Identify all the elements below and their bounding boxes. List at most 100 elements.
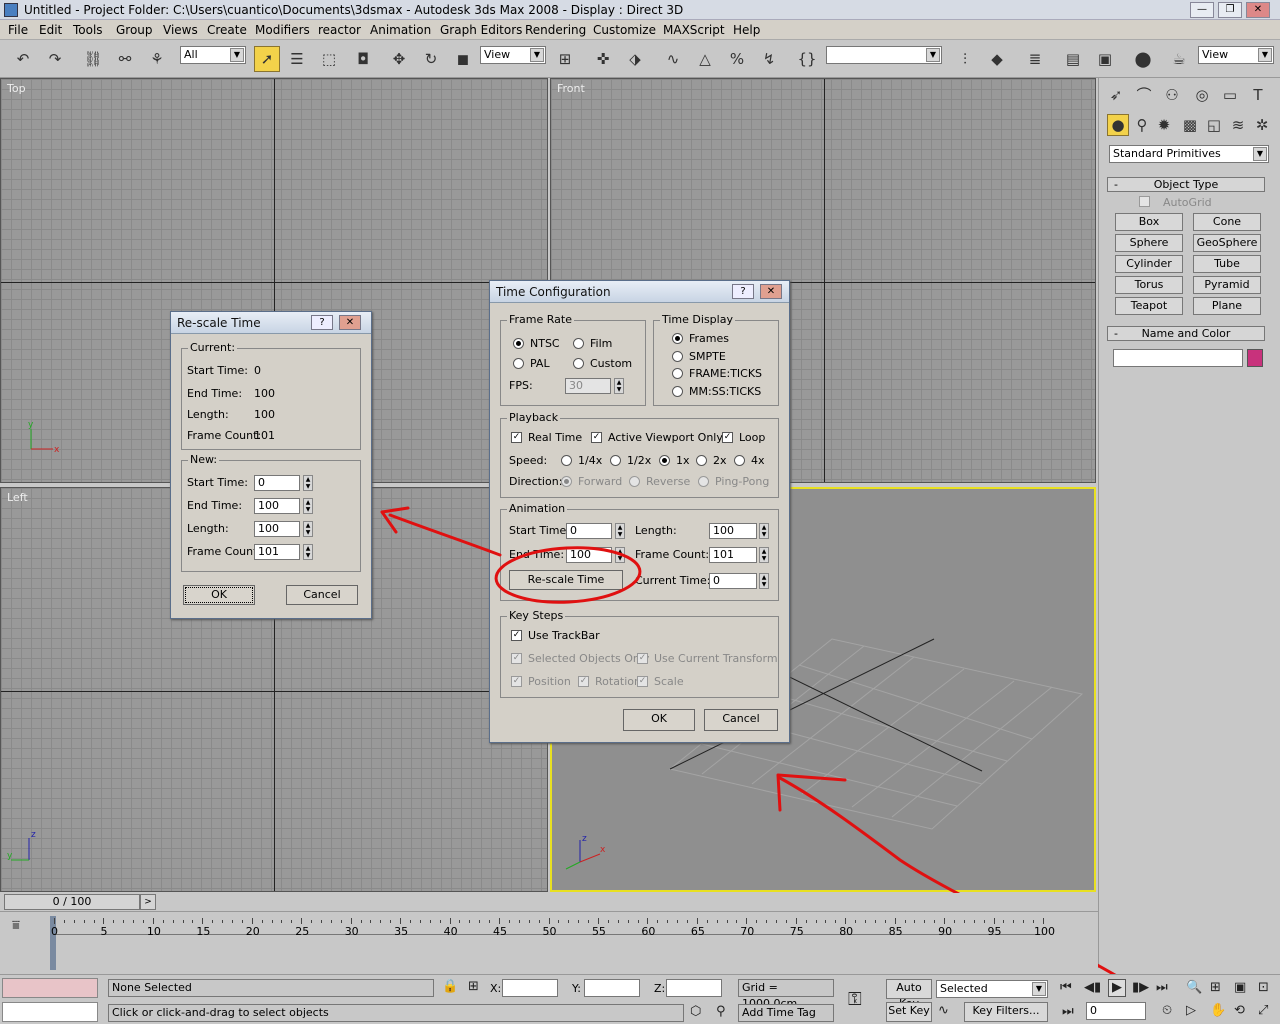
display-tab-icon[interactable]: ▭: [1217, 82, 1243, 108]
selected-objects-only-checkbox[interactable]: ✓: [511, 653, 522, 664]
spinner-icon[interactable]: ▲ ▼: [759, 547, 769, 563]
real-time-checkbox[interactable]: ✓: [511, 432, 522, 443]
ping-pong-radio[interactable]: [698, 476, 709, 487]
maximize-viewport-icon[interactable]: ⤢: [1258, 1003, 1268, 1018]
menu-views[interactable]: Views: [163, 23, 198, 37]
autogrid-checkbox[interactable]: [1139, 196, 1150, 207]
create-tab-icon[interactable]: ➶: [1103, 82, 1129, 108]
menu-edit[interactable]: Edit: [39, 23, 62, 37]
undo-icon[interactable]: ↶: [10, 46, 36, 72]
scale-icon[interactable]: ◼: [450, 46, 476, 72]
menu-modifiers[interactable]: Modifiers: [255, 23, 310, 37]
key-curve-icon[interactable]: ∿: [938, 1003, 949, 1018]
menu-animation[interactable]: Animation: [370, 23, 431, 37]
spinner-icon[interactable]: ▲ ▼: [614, 378, 624, 394]
mm-ss-ticks-radio[interactable]: [672, 386, 683, 397]
tube-button[interactable]: Tube: [1193, 255, 1261, 273]
select-object-icon[interactable]: ➚: [254, 46, 280, 72]
selection-filter-dropdown[interactable]: All ▼: [180, 46, 246, 64]
speed-quarter-radio[interactable]: [561, 455, 572, 466]
speed-2x-radio[interactable]: [696, 455, 707, 466]
y-coordinate-field[interactable]: [584, 979, 640, 997]
name-and-color-rollout[interactable]: - Name and Color: [1107, 326, 1265, 341]
menu-customize[interactable]: Customize: [593, 23, 656, 37]
time-slider[interactable]: 0 / 100: [4, 894, 140, 910]
z-coordinate-field[interactable]: [666, 979, 722, 997]
object-name-field[interactable]: [1113, 349, 1243, 367]
use-trackbar-checkbox[interactable]: ✓: [511, 630, 522, 641]
space-warps-icon[interactable]: ≋: [1227, 114, 1249, 136]
cone-button[interactable]: Cone: [1193, 213, 1261, 231]
smpte-radio[interactable]: [672, 351, 683, 362]
bind-spacewarp-icon[interactable]: ⚘: [144, 46, 170, 72]
percent-snap-icon[interactable]: %: [724, 46, 750, 72]
torus-button[interactable]: Torus: [1115, 276, 1183, 294]
object-type-rollout[interactable]: - Object Type: [1107, 177, 1265, 192]
end-time-input[interactable]: 100: [566, 547, 612, 563]
move-icon[interactable]: ✥: [386, 46, 412, 72]
close-button[interactable]: ✕: [1246, 2, 1270, 18]
cylinder-button[interactable]: Cylinder: [1115, 255, 1183, 273]
position-checkbox[interactable]: ✓: [511, 676, 522, 687]
render-setup-icon[interactable]: ☕: [1166, 46, 1192, 72]
cancel-button[interactable]: Cancel: [704, 709, 778, 731]
minimize-button[interactable]: —: [1190, 2, 1214, 18]
start-time-input[interactable]: 0: [566, 523, 612, 539]
snap-toggle-icon[interactable]: ∿: [660, 46, 686, 72]
zoom-icon[interactable]: 🔍: [1186, 980, 1202, 995]
category-dropdown[interactable]: Standard Primitives ▼: [1109, 145, 1269, 163]
arc-rotate-icon[interactable]: ⟲: [1234, 1003, 1245, 1018]
ok-button[interactable]: OK: [623, 709, 695, 731]
key-filters-button[interactable]: Key Filters...: [964, 1002, 1048, 1022]
forward-radio[interactable]: [561, 476, 572, 487]
help-button[interactable]: ?: [311, 315, 333, 330]
auto-key-button[interactable]: Auto Key: [886, 979, 932, 1010]
spinner-icon[interactable]: ▲ ▼: [759, 523, 769, 539]
layer-manager-icon[interactable]: ≣: [1022, 46, 1048, 72]
current-frame-field[interactable]: 0: [1086, 1002, 1146, 1020]
lights-icon[interactable]: ✹: [1153, 114, 1175, 136]
menu-maxscript[interactable]: MAXScript: [663, 23, 725, 37]
select-by-name-icon[interactable]: ☰: [284, 46, 310, 72]
menu-graph-editors[interactable]: Graph Editors: [440, 23, 522, 37]
speed-4x-radio[interactable]: [734, 455, 745, 466]
menu-help[interactable]: Help: [733, 23, 760, 37]
frame-count-input[interactable]: 101: [709, 547, 757, 563]
track-bar[interactable]: ⩸ 0 5 10 15 20 25 30 35 40 45 50 55 60 65 70 75 80 85 90 95…: [0, 911, 1098, 971]
frame-ticks-radio[interactable]: [672, 368, 683, 379]
loop-checkbox[interactable]: ✓: [722, 432, 733, 443]
menu-group[interactable]: Group: [116, 23, 153, 37]
pyramid-button[interactable]: Pyramid: [1193, 276, 1261, 294]
sphere-button[interactable]: Sphere: [1115, 234, 1183, 252]
new-start-time-input[interactable]: 0: [254, 475, 300, 491]
spinner-icon[interactable]: ▲ ▼: [759, 573, 769, 589]
adaptive-degradation-icon[interactable]: ⚲: [716, 1004, 726, 1019]
absolute-mode-icon[interactable]: ⊞: [468, 979, 479, 994]
modify-tab-icon[interactable]: ⌒: [1131, 82, 1157, 108]
ntsc-radio[interactable]: [513, 338, 524, 349]
named-selection-dropdown[interactable]: ▼: [826, 46, 942, 64]
key-mode-dropdown[interactable]: Selected ▼: [936, 980, 1048, 998]
maxscript-input[interactable]: [2, 1002, 98, 1022]
cancel-button[interactable]: Cancel: [286, 585, 358, 605]
align-icon[interactable]: ◆: [984, 46, 1010, 72]
schematic-view-icon[interactable]: ▣: [1092, 46, 1118, 72]
time-configuration-icon[interactable]: ⏲: [1162, 1003, 1172, 1018]
speed-1x-radio[interactable]: [659, 455, 670, 466]
go-to-start-icon[interactable]: ⏮: [1060, 980, 1072, 995]
menu-tools[interactable]: Tools: [73, 23, 103, 37]
box-button[interactable]: Box: [1115, 213, 1183, 231]
geosphere-button[interactable]: GeoSphere: [1193, 234, 1261, 252]
render-view-dropdown[interactable]: View ▼: [1198, 46, 1274, 64]
film-radio[interactable]: [573, 338, 584, 349]
spinner-icon[interactable]: ▲ ▼: [303, 544, 313, 560]
plane-button[interactable]: Plane: [1193, 297, 1261, 315]
unlink-icon[interactable]: ⚯: [112, 46, 138, 72]
spinner-icon[interactable]: ▲ ▼: [615, 547, 625, 563]
length-input[interactable]: 100: [709, 523, 757, 539]
app-icon[interactable]: [4, 3, 18, 17]
rectangular-selection-icon[interactable]: ⬚: [316, 46, 342, 72]
fps-input[interactable]: 30: [565, 378, 611, 394]
curve-editor-icon[interactable]: ▤: [1060, 46, 1086, 72]
motion-tab-icon[interactable]: ◎: [1189, 82, 1215, 108]
